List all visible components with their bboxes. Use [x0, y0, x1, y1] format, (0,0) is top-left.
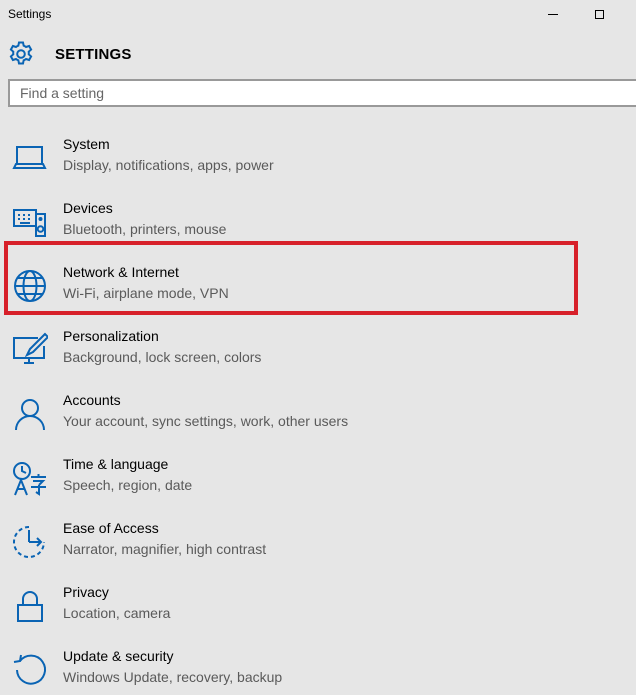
category-title: System — [63, 136, 110, 152]
lock-icon — [17, 591, 43, 622]
category-title: Time & language — [63, 456, 169, 472]
category-subtitle: Speech, region, date — [63, 477, 193, 493]
search-input[interactable] — [10, 81, 636, 105]
category-subtitle: Bluetooth, printers, mouse — [63, 221, 227, 237]
category-title: Accounts — [63, 392, 121, 408]
category-time-language[interactable]: Time & language Speech, region, date — [0, 446, 636, 510]
category-subtitle: Narrator, magnifier, high contrast — [63, 541, 267, 557]
keyboard-speaker-icon — [13, 209, 46, 237]
laptop-icon — [12, 146, 47, 169]
title-bar: Settings — [0, 0, 636, 28]
minimize-icon — [548, 13, 558, 15]
category-network-internet[interactable]: Network & Internet Wi-Fi, airplane mode,… — [0, 254, 636, 318]
settings-category-list: System Display, notifications, apps, pow… — [0, 126, 636, 695]
refresh-icon — [13, 654, 46, 685]
category-privacy[interactable]: Privacy Location, camera — [0, 574, 636, 638]
ease-of-access-icon — [13, 526, 45, 558]
category-title: Personalization — [63, 328, 159, 344]
category-subtitle: Background, lock screen, colors — [63, 349, 262, 365]
maximize-icon — [594, 9, 604, 19]
category-subtitle: Your account, sync settings, work, other… — [63, 413, 349, 429]
category-ease-of-access[interactable]: Ease of Access Narrator, magnifier, high… — [0, 510, 636, 574]
category-title: Privacy — [63, 584, 109, 600]
person-icon — [15, 399, 45, 431]
category-subtitle: Wi-Fi, airplane mode, VPN — [63, 285, 229, 301]
maximize-button[interactable] — [576, 0, 622, 28]
category-subtitle: Display, notifications, apps, power — [63, 157, 274, 173]
settings-header: SETTINGS — [0, 38, 636, 70]
category-personalization[interactable]: Personalization Background, lock screen,… — [0, 318, 636, 382]
gear-icon — [9, 41, 33, 65]
window-title: Settings — [8, 7, 52, 21]
category-system[interactable]: System Display, notifications, apps, pow… — [0, 126, 636, 190]
category-title: Devices — [63, 200, 113, 216]
settings-window: Settings SETTINGS System Display, notifi… — [0, 0, 636, 695]
globe-icon — [14, 270, 46, 302]
search-box[interactable] — [8, 79, 636, 107]
monitor-pen-icon — [13, 332, 48, 364]
category-subtitle: Location, camera — [63, 605, 171, 621]
category-title: Network & Internet — [63, 264, 179, 280]
category-subtitle: Windows Update, recovery, backup — [63, 669, 283, 685]
category-accounts[interactable]: Accounts Your account, sync settings, wo… — [0, 382, 636, 446]
language-icon — [13, 462, 46, 496]
category-devices[interactable]: Devices Bluetooth, printers, mouse — [0, 190, 636, 254]
category-title: Ease of Access — [63, 520, 159, 536]
page-title: SETTINGS — [55, 46, 132, 63]
minimize-button[interactable] — [530, 0, 576, 28]
category-update-security[interactable]: Update & security Windows Update, recove… — [0, 638, 636, 695]
category-title: Update & security — [63, 648, 174, 664]
